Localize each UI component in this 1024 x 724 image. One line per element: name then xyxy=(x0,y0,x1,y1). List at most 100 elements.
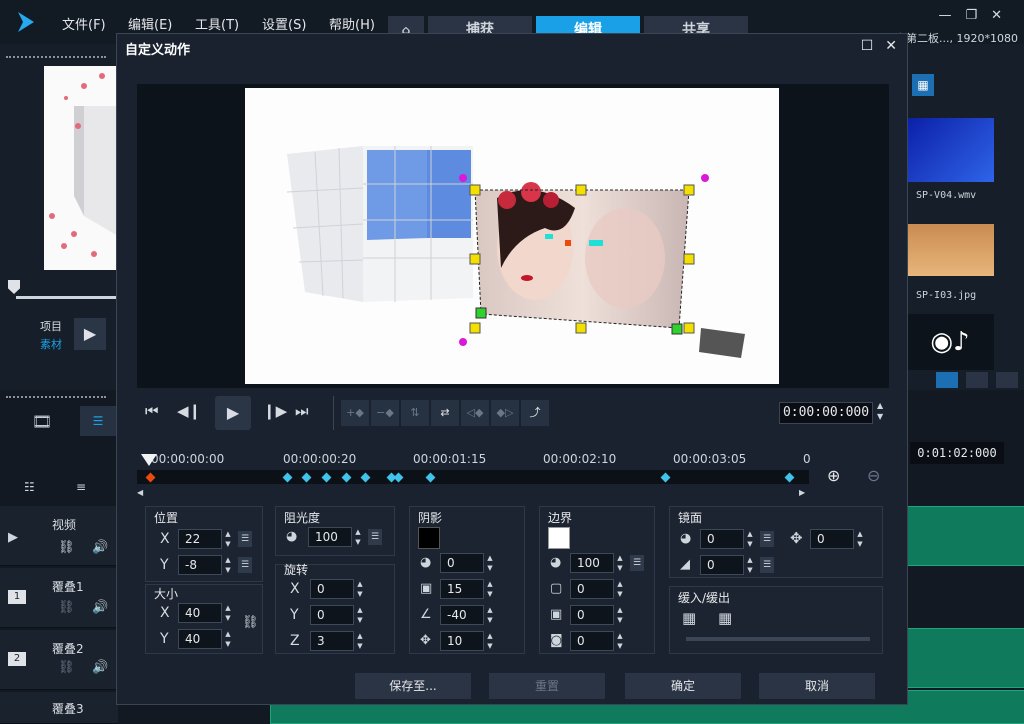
spin-arrows-icon[interactable]: ▲ ▼ xyxy=(614,579,626,599)
track-header-overlay3[interactable]: 覆叠3 xyxy=(0,692,118,724)
reset-button[interactable]: 重置 xyxy=(489,673,605,699)
volume-icon[interactable]: 🔊 xyxy=(92,540,108,555)
spin-arrows-icon[interactable]: ▲ ▼ xyxy=(354,579,366,599)
spin-arrows-icon[interactable]: ▲ ▼ xyxy=(222,529,234,549)
rotation-z-input[interactable]: 3 xyxy=(310,631,354,651)
preset-dropdown-icon[interactable]: ☰ xyxy=(238,531,252,547)
maximize-icon[interactable]: ☐ xyxy=(861,38,874,54)
play-button[interactable]: ▶ xyxy=(215,396,251,430)
remove-keyframe-icon[interactable]: −◆ xyxy=(371,400,399,426)
keyframe-marker[interactable] xyxy=(321,472,332,483)
library-edit-icon[interactable] xyxy=(996,372,1018,388)
previous-frame-icon[interactable]: ◀❙ xyxy=(177,402,201,420)
keyframe-marker[interactable] xyxy=(302,472,312,483)
clip-mode-label[interactable]: 素材 xyxy=(40,336,62,352)
keyframe-track[interactable] xyxy=(137,470,809,484)
link-icon[interactable]: ⛓ xyxy=(58,660,75,675)
volume-icon[interactable]: 🔊 xyxy=(92,600,108,615)
link-icon[interactable]: ⛓ xyxy=(58,600,75,615)
track-manager-icon[interactable]: ☷ xyxy=(24,480,35,494)
keyframe-marker[interactable] xyxy=(660,472,671,483)
storyboard-view-icon[interactable]: 🎞 xyxy=(32,412,60,432)
menu-help[interactable]: 帮助(H) xyxy=(329,14,375,33)
preview-scrubber[interactable] xyxy=(16,296,118,299)
cancel-button[interactable]: 取消 xyxy=(759,673,875,699)
spin-arrows-icon[interactable]: ▲ ▼ xyxy=(484,631,496,651)
shadow-opacity-input[interactable]: 0 xyxy=(440,553,484,573)
close-icon[interactable]: ✕ xyxy=(885,38,897,54)
zoom-in-icon[interactable]: ⊕ xyxy=(827,466,840,485)
border-width-input[interactable]: 0 xyxy=(570,579,614,599)
preset-dropdown-icon[interactable]: ☰ xyxy=(760,531,774,547)
ok-button[interactable]: 确定 xyxy=(625,673,741,699)
spin-arrows-icon[interactable]: ▲ ▼ xyxy=(484,579,496,599)
menu-tools[interactable]: 工具(T) xyxy=(195,14,239,33)
spin-arrows-icon[interactable]: ▲ ▼ xyxy=(854,529,866,549)
keyframe-marker[interactable] xyxy=(393,472,404,483)
position-x-input[interactable]: 22 xyxy=(178,529,222,549)
rotation-y-input[interactable]: 0 xyxy=(310,605,354,625)
project-mode-label[interactable]: 项目 xyxy=(40,318,62,334)
border-opacity-input[interactable]: 100 xyxy=(570,553,614,573)
ease-slider[interactable] xyxy=(686,637,870,641)
go-to-start-icon[interactable]: ⏮ xyxy=(145,402,159,420)
keyframe-marker[interactable] xyxy=(425,472,436,483)
preview-play-button[interactable]: ▶ xyxy=(74,318,106,350)
keyframe-marker[interactable] xyxy=(784,472,795,483)
keyframe-marker[interactable] xyxy=(341,472,352,483)
restore-icon[interactable]: ❐ xyxy=(965,8,991,23)
spin-arrows-icon[interactable]: ▲ ▼ xyxy=(484,553,496,573)
preset-dropdown-icon[interactable]: ☰ xyxy=(238,557,252,573)
shadow-color-swatch[interactable] xyxy=(418,527,440,549)
lock-aspect-icon[interactable]: ⛓ xyxy=(242,615,259,630)
spin-arrows-icon[interactable]: ▲ ▼ xyxy=(614,631,626,651)
overlay-photo[interactable] xyxy=(475,182,745,358)
dialog-timecode[interactable]: 0:00:00:000 xyxy=(779,402,873,424)
menu-file[interactable]: 文件(F) xyxy=(62,14,106,33)
shadow-distance-input[interactable]: 10 xyxy=(440,631,484,651)
music-library-icon[interactable]: ◉♪ xyxy=(906,314,994,370)
ease-in-icon[interactable]: ▦ xyxy=(682,609,696,627)
library-thumb-video[interactable] xyxy=(906,118,994,182)
dialog-controls[interactable]: ☐ ✕ xyxy=(849,38,897,54)
mirror-fade-input[interactable]: 0 xyxy=(700,555,744,575)
timeline-view-icon[interactable]: ☰ xyxy=(80,406,116,436)
preset-dropdown-icon[interactable]: ☰ xyxy=(630,555,644,571)
volume-icon[interactable]: 🔊 xyxy=(92,660,108,675)
keyframe-ruler[interactable]: 00:00:00:00 00:00:00:20 00:00:01:15 00:0… xyxy=(137,446,889,497)
spin-arrows-icon[interactable]: ▲ ▼ xyxy=(352,527,364,547)
spin-arrows-icon[interactable]: ▲ ▼ xyxy=(222,629,234,649)
timecode-spinner-icon[interactable]: ▲ ▼ xyxy=(877,400,883,422)
border-blur-input[interactable]: 0 xyxy=(570,605,614,625)
mirror-opacity-input[interactable]: 0 xyxy=(700,529,744,549)
menu-edit[interactable]: 编辑(E) xyxy=(128,14,172,33)
window-controls[interactable]: —❐✕ xyxy=(938,8,1016,23)
position-y-input[interactable]: -8 xyxy=(178,555,222,575)
library-view-list-icon[interactable] xyxy=(936,372,958,388)
move-keyframe-right-icon[interactable]: ◆▷ xyxy=(491,400,519,426)
grid-view-icon[interactable]: ▦ xyxy=(912,74,934,96)
shadow-blur-input[interactable]: 15 xyxy=(440,579,484,599)
border-color-swatch[interactable] xyxy=(548,527,570,549)
minimize-icon[interactable]: — xyxy=(938,8,965,23)
timeline-timecode[interactable]: 0:01:02:000 xyxy=(910,442,1004,464)
opacity-input[interactable]: 100 xyxy=(308,527,352,547)
overlay-clip[interactable] xyxy=(906,628,1024,688)
shadow-angle-input[interactable]: -40 xyxy=(440,605,484,625)
close-app-icon[interactable]: ✕ xyxy=(991,8,1016,23)
mirror-offset-input[interactable]: 0 xyxy=(810,529,854,549)
reverse-keyframes-icon[interactable]: ⇄ xyxy=(431,400,459,426)
track-header-overlay1[interactable]: 1 覆叠1 ⛓ 🔊 xyxy=(0,568,118,628)
link-icon[interactable]: ⛓ xyxy=(58,540,75,555)
size-y-input[interactable]: 40 xyxy=(178,629,222,649)
spin-arrows-icon[interactable]: ▲ ▼ xyxy=(744,529,756,549)
spin-arrows-icon[interactable]: ▲ ▼ xyxy=(354,631,366,651)
keyframe-marker[interactable] xyxy=(360,472,371,483)
scroll-right-icon[interactable]: ▶ xyxy=(799,488,805,497)
auto-keyframe-icon[interactable]: ⤴ xyxy=(521,400,549,426)
spin-arrows-icon[interactable]: ▲ ▼ xyxy=(744,555,756,575)
preset-dropdown-icon[interactable]: ☰ xyxy=(368,529,382,545)
menu-settings[interactable]: 设置(S) xyxy=(262,14,306,33)
spin-arrows-icon[interactable]: ▲ ▼ xyxy=(614,605,626,625)
spin-arrows-icon[interactable]: ▲ ▼ xyxy=(484,605,496,625)
